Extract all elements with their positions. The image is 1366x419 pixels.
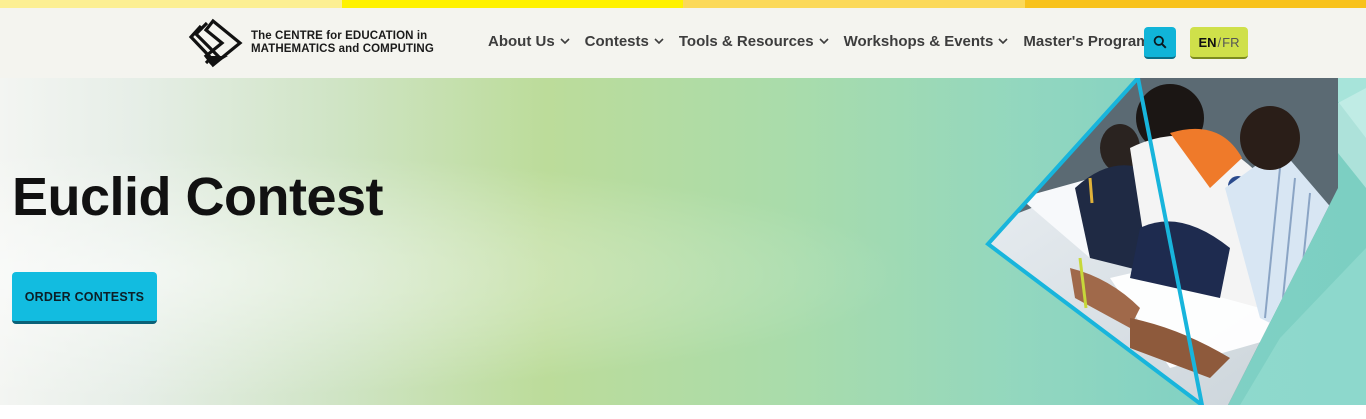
nav-item-label: Contests	[584, 33, 649, 50]
logo-wordmark: The CENTRE for EDUCATION in MATHEMATICS …	[251, 30, 434, 56]
cemc-logo-link[interactable]: The CENTRE for EDUCATION in MATHEMATICS …	[188, 18, 434, 68]
language-separator: /	[1217, 34, 1222, 50]
strip-segment	[341, 0, 683, 8]
nav-item-tools-resources[interactable]: Tools & Resources	[679, 33, 829, 50]
chevron-down-icon	[654, 38, 664, 45]
hero-banner: Euclid Contest ORDER CONTESTS	[0, 78, 1366, 405]
order-contests-button[interactable]: ORDER CONTESTS	[12, 272, 157, 324]
nav-item-masters-program[interactable]: Master's Program	[1023, 33, 1149, 50]
nav-item-about-us[interactable]: About Us	[488, 33, 570, 50]
page-title: Euclid Contest	[12, 167, 384, 227]
strip-segment	[683, 0, 1025, 8]
chevron-down-icon	[998, 38, 1008, 45]
logo-line-1: The CENTRE for EDUCATION in	[251, 30, 428, 42]
page-bottom-area	[0, 405, 1366, 419]
language-en-label: EN	[1198, 34, 1217, 50]
search-icon	[1153, 35, 1167, 49]
chevron-down-icon	[560, 38, 570, 45]
language-toggle-button[interactable]: EN / FR	[1190, 27, 1248, 59]
nav-item-label: About Us	[488, 33, 555, 50]
top-color-strip	[0, 0, 1366, 8]
nav-item-contests[interactable]: Contests	[585, 33, 664, 50]
cemc-logo-icon	[188, 18, 243, 68]
strip-segment	[0, 0, 342, 8]
search-button[interactable]	[1144, 27, 1176, 59]
chevron-down-icon	[819, 38, 829, 45]
main-navigation: About Us Contests Tools & Resources Work…	[488, 33, 1150, 50]
site-header: The CENTRE for EDUCATION in MATHEMATICS …	[0, 8, 1366, 78]
nav-item-label: Tools & Resources	[678, 33, 814, 50]
language-fr-label: FR	[1222, 34, 1240, 50]
nav-item-workshops-events[interactable]: Workshops & Events	[844, 33, 1009, 50]
logo-line-2: MATHEMATICS and COMPUTING	[251, 43, 434, 55]
strip-segment	[1024, 0, 1366, 8]
nav-item-label: Workshops & Events	[843, 33, 994, 50]
students-writing-contest-photo	[985, 78, 1366, 405]
nav-item-label: Master's Program	[1023, 33, 1150, 50]
